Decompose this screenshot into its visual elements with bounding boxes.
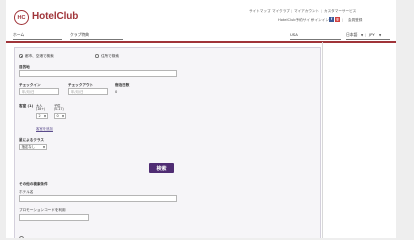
- divider: |: [291, 9, 293, 13]
- nights-label: 宿泊日数: [115, 83, 130, 87]
- top-link-my-account[interactable]: マイアカウント: [294, 9, 319, 14]
- hotel-search-form: 都市、空港で検索 住所で検索 目的地 チェックイン 年/月/日 チェックアウト …: [14, 47, 321, 238]
- chevron-down-icon: ▼: [62, 115, 64, 118]
- google-plus-icon[interactable]: g: [335, 17, 340, 22]
- rooms-label: 客室 (1): [19, 104, 34, 108]
- nights-value: 0: [115, 90, 118, 94]
- promo-code-input[interactable]: [19, 214, 89, 221]
- star-class-value: 指定なし: [21, 145, 36, 149]
- divider: |: [269, 9, 271, 13]
- content-divider: [322, 42, 323, 238]
- adults-age-range: (18+): [36, 107, 46, 111]
- top-link-sitemap[interactable]: サイトマップ: [249, 9, 271, 14]
- country-selector[interactable]: USA: [290, 32, 298, 37]
- nav-underline: [13, 39, 62, 40]
- top-link-customer-service[interactable]: カスタマーサービス: [324, 9, 356, 14]
- divider: |: [321, 9, 323, 13]
- adults-select[interactable]: 2 ▼: [36, 113, 48, 119]
- register-link[interactable]: 会員登録: [348, 18, 362, 23]
- checkin-input[interactable]: 年/月/日: [19, 88, 59, 95]
- other-conditions-heading: その他の検索条件: [19, 182, 48, 186]
- chevron-down-icon: ▼: [361, 33, 364, 37]
- expand-toggle-icon[interactable]: [19, 236, 24, 238]
- brand-logo-text[interactable]: HotelClub: [32, 11, 78, 22]
- facebook-icon[interactable]: f: [329, 17, 334, 22]
- star-class-select[interactable]: 指定なし ▼: [19, 144, 47, 150]
- divider: |: [342, 18, 344, 22]
- signin-link[interactable]: サインイン: [311, 18, 329, 23]
- nav-home[interactable]: ホーム: [13, 32, 24, 38]
- country-underline: [290, 39, 341, 40]
- hotel-name-input[interactable]: [19, 195, 177, 202]
- nav-club-benefits[interactable]: クラブ特典: [70, 32, 89, 38]
- add-room-link[interactable]: 客室を追加: [36, 126, 53, 131]
- header-accent-bar: [6, 41, 396, 43]
- chevron-down-icon: ▼: [44, 115, 46, 118]
- search-button[interactable]: 検索: [149, 163, 174, 173]
- chevron-down-icon: ▼: [43, 146, 45, 149]
- children-select[interactable]: 0 ▼: [54, 113, 66, 119]
- adults-value: 2: [38, 114, 41, 118]
- radio-city-airport[interactable]: [19, 54, 23, 58]
- star-class-label: 星によるクラス: [19, 138, 44, 142]
- language-selector[interactable]: 日本語: [346, 32, 357, 38]
- chevron-down-icon: ▼: [379, 33, 382, 37]
- destination-input[interactable]: [19, 70, 177, 77]
- top-link-my-club[interactable]: マイクラブ: [272, 9, 290, 14]
- promo-code-label: プロモーションコードを利用: [19, 208, 66, 212]
- radio-address[interactable]: [95, 54, 99, 58]
- partner-site-link[interactable]: HotelClub予約サイト: [278, 18, 314, 23]
- nav-underline: [70, 39, 123, 40]
- children-value: 0: [56, 114, 59, 118]
- currency-selector[interactable]: JPY: [369, 32, 375, 37]
- children-age-range: (0-17): [54, 107, 64, 111]
- hotelclub-logo-icon[interactable]: HC: [14, 10, 29, 25]
- checkout-input[interactable]: 年/月/日: [68, 88, 108, 95]
- app-window: HC HotelClub サイトマップ | マイクラブ | マイアカウント | …: [6, 0, 396, 238]
- divider: |: [365, 32, 367, 37]
- locale-underline: [346, 39, 390, 40]
- radio-address-label[interactable]: 住所で検索: [101, 54, 119, 59]
- radio-city-airport-label[interactable]: 都市、空港で検索: [25, 54, 54, 59]
